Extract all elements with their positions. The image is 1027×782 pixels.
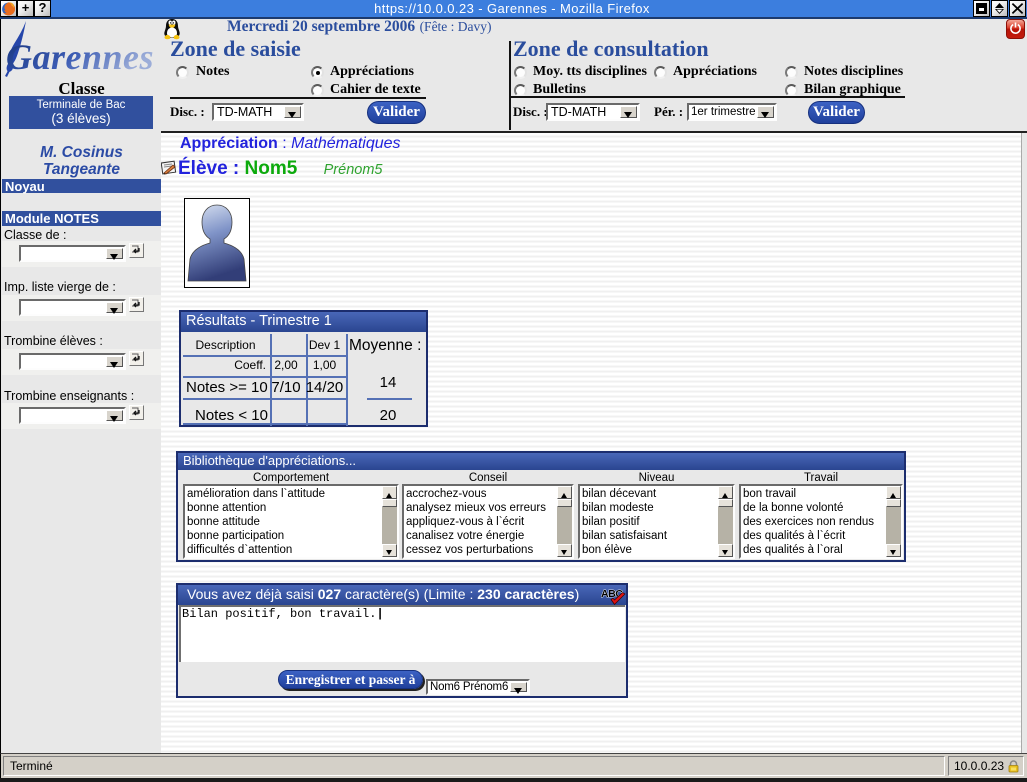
svg-text:Garennes: Garennes: [6, 37, 154, 77]
